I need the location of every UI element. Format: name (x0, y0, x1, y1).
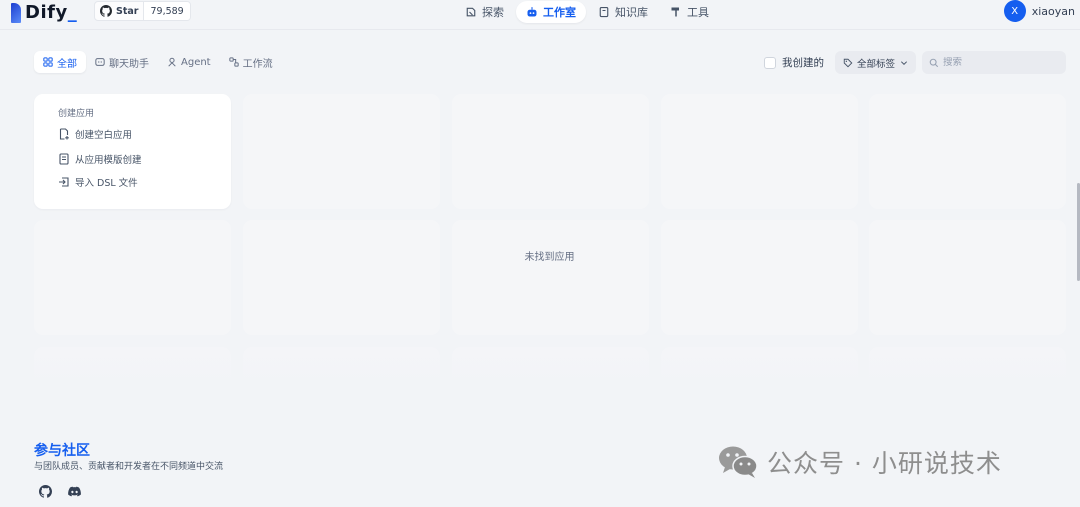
search-box[interactable] (922, 51, 1066, 74)
tab-agent-label: Agent (181, 56, 211, 68)
github-icon (100, 5, 112, 17)
tab-agent[interactable]: Agent (158, 51, 220, 73)
github-link[interactable] (38, 484, 52, 498)
placeholder-card (869, 347, 1066, 389)
import-dsl-label: 导入 DSL 文件 (75, 178, 138, 189)
nav-tools[interactable]: 工具 (660, 1, 719, 23)
placeholder-card (243, 220, 440, 335)
hammer-icon (671, 7, 679, 17)
create-blank-app-label: 创建空白应用 (75, 130, 133, 141)
app-type-tabs: 全部 聊天助手 Agent 工作流 (34, 51, 282, 73)
placeholder-card (452, 220, 649, 335)
created-by-me-checkbox[interactable] (763, 56, 776, 69)
search-input[interactable] (943, 57, 1053, 68)
created-by-me-label: 我创建的 (781, 57, 824, 69)
star-label: Star (116, 5, 139, 17)
logo-underscore: _ (67, 2, 78, 23)
placeholder-card (869, 220, 1066, 335)
watermark-text: 公众号 · 小研说技术 (767, 449, 1002, 478)
placeholder-card (869, 94, 1066, 209)
nav-knowledge[interactable]: 知识库 (588, 1, 658, 23)
tab-workflow[interactable]: 工作流 (220, 51, 282, 73)
chevron-down-icon (900, 60, 908, 65)
placeholder-card (661, 94, 858, 209)
tag-icon (843, 58, 853, 67)
user-menu[interactable]: X xiaoyan (1003, 0, 1075, 22)
robot-icon (527, 7, 537, 17)
nav-studio[interactable]: 工作室 (516, 1, 586, 23)
create-from-template-label: 从应用模版创建 (75, 155, 142, 166)
discord-icon (67, 486, 81, 496)
dify-logo-mark (11, 2, 21, 23)
wechat-icon (719, 446, 758, 478)
tab-all-label: 全部 (57, 58, 77, 70)
placeholder-card (661, 347, 858, 389)
create-from-template-button[interactable]: 从应用模版创建 (58, 152, 142, 166)
file-template-icon (59, 153, 69, 165)
tab-all[interactable]: 全部 (34, 51, 86, 73)
agent-icon (168, 57, 176, 67)
logo-text: Dify (25, 2, 68, 23)
workflow-icon (228, 57, 239, 67)
placeholder-card (452, 94, 649, 209)
create-app-title: 创建应用 (58, 109, 95, 119)
file-plus-icon (59, 128, 69, 140)
social-links (38, 484, 96, 498)
tab-chat-assistant-label: 聊天助手 (109, 58, 149, 70)
username[interactable]: xiaoyan (1032, 5, 1075, 18)
tab-chat-assistant[interactable]: 聊天助手 (86, 51, 158, 73)
filters-bar: 我创建的 全部标签 (763, 51, 1066, 74)
nav-explore[interactable]: 探索 (455, 1, 514, 23)
chat-icon (95, 58, 105, 66)
placeholder-card (243, 94, 440, 209)
github-icon (38, 484, 52, 498)
community-description: 与团队成员、贡献者和开发者在不同频道中交流 (34, 462, 224, 472)
placeholder-card (34, 220, 231, 335)
search-icon (929, 58, 939, 67)
nav-studio-label: 工作室 (543, 6, 576, 19)
github-star-button[interactable]: Star 79,589 (94, 1, 191, 21)
placeholder-card (452, 347, 649, 389)
star-count: 79,589 (143, 2, 190, 20)
create-blank-app-button[interactable]: 创建空白应用 (58, 127, 132, 141)
created-by-me-toggle[interactable]: 我创建的 (763, 55, 824, 70)
import-dsl-button[interactable]: 导入 DSL 文件 (58, 175, 138, 189)
placeholder-card (34, 347, 231, 389)
nav-knowledge-label: 知识库 (615, 6, 648, 19)
avatar[interactable]: X (1003, 0, 1026, 22)
wechat-watermark: 公众号 · 小研说技术 (717, 444, 1002, 480)
main-nav: 探索 工作室 知识库 工具 (455, 1, 721, 23)
empty-state-message: 未找到应用 (524, 252, 575, 263)
import-icon (59, 177, 69, 187)
tag-filter-dropdown[interactable]: 全部标签 (834, 51, 916, 74)
book-icon (599, 6, 609, 18)
grid-icon (43, 57, 53, 67)
tab-workflow-label: 工作流 (242, 58, 273, 70)
dify-logo[interactable]: Dify_ (11, 2, 77, 23)
placeholder-card (243, 347, 440, 389)
create-app-card: 创建应用 创建空白应用 从应用模版创建 导入 DSL 文件 (34, 94, 231, 209)
discord-link[interactable] (67, 484, 81, 498)
nav-explore-label: 探索 (482, 6, 504, 19)
explore-icon (466, 7, 476, 17)
nav-tools-label: 工具 (687, 6, 709, 19)
tag-filter-label: 全部标签 (856, 58, 895, 70)
placeholder-card (661, 220, 858, 335)
community-title: 参与社区 (34, 443, 90, 459)
top-header: Dify_ Star 79,589 探索 工作室 知识库 工具 X xiaoya… (0, 0, 1080, 30)
